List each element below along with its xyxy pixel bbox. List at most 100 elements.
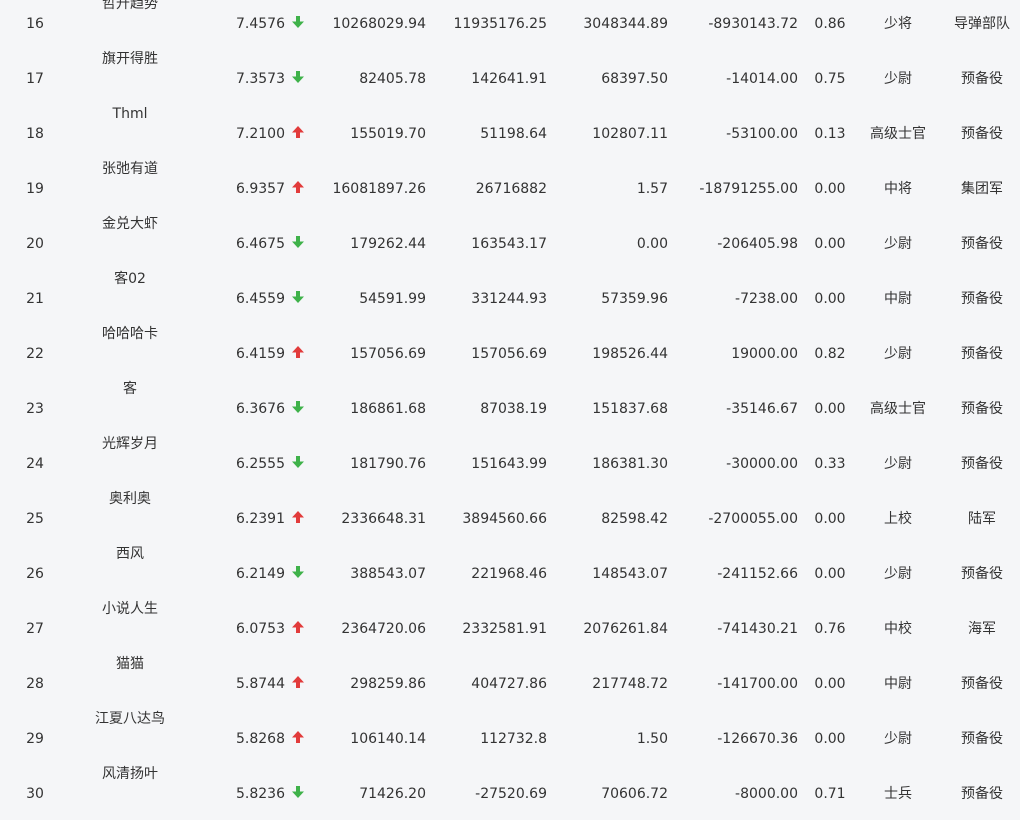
player-name[interactable]: 江夏八达鸟 [70,711,190,767]
military-rank: 中将 [884,181,912,197]
score-value: 6.9357 [236,181,285,197]
value-col-1: 16081897.26 [332,181,426,197]
value-col-2: 151643.99 [471,456,547,472]
value-col-2: 26716882 [475,181,547,197]
ratio-value: 0.00 [814,236,846,252]
value-col-3: 151837.68 [592,401,668,417]
value-col-3: 148543.07 [592,566,668,582]
value-col-3: 102807.11 [592,126,668,142]
military-rank: 中尉 [884,676,912,692]
table-row-25[interactable]: 25 奥利奥 6.2391 2336648.31 3894560.66 8259… [0,491,1020,547]
player-name[interactable]: 旗开得胜 [70,51,190,107]
arrow-up-icon [290,107,306,162]
score-value: 5.8268 [236,731,285,747]
value-col-2: 87038.19 [480,401,547,417]
player-name[interactable]: 西风 [70,546,190,602]
value-col-3: 1.50 [636,731,668,747]
table-row-16[interactable]: 16 哲升趋势 7.4576 10268029.94 11935176.25 3… [0,0,1020,52]
rank-number: 29 [26,731,44,747]
table-row-21[interactable]: 21 客02 6.4559 54591.99 331244.93 57359.9… [0,271,1020,327]
military-rank: 少尉 [884,566,912,582]
table-row-26[interactable]: 26 西风 6.2149 388543.07 221968.46 148543.… [0,546,1020,602]
value-col-3: 0.00 [636,236,668,252]
table-row-20[interactable]: 20 金兑大虾 6.4675 179262.44 163543.17 0.00 … [0,216,1020,272]
table-row-18[interactable]: 18 Thml 7.2100 155019.70 51198.64 102807… [0,106,1020,162]
ratio-value: 0.00 [814,566,846,582]
rank-number: 28 [26,676,44,692]
value-col-2: 157056.69 [471,346,547,362]
value-col-2: 404727.86 [471,676,547,692]
player-name[interactable]: 客02 [70,271,190,327]
table-row-22[interactable]: 22 哈哈哈卡 6.4159 157056.69 157056.69 19852… [0,326,1020,382]
value-col-3: 70606.72 [601,786,668,802]
ratio-value: 0.86 [814,16,846,32]
value-col-1: 298259.86 [350,676,426,692]
player-name[interactable]: 光辉岁月 [70,436,190,492]
military-rank: 少尉 [884,71,912,87]
value-col-4: -14014.00 [726,71,798,87]
player-name[interactable]: 小说人生 [70,601,190,657]
ratio-value: 0.13 [814,126,846,142]
value-col-3: 217748.72 [592,676,668,692]
table-row-30[interactable]: 30 风清扬叶 5.8236 71426.20 -27520.69 70606.… [0,766,1020,820]
score-value: 6.4559 [236,291,285,307]
table-row-29[interactable]: 29 江夏八达鸟 5.8268 106140.14 112732.8 1.50 … [0,711,1020,767]
value-col-1: 388543.07 [350,566,426,582]
table-row-24[interactable]: 24 光辉岁月 6.2555 181790.76 151643.99 18638… [0,436,1020,492]
value-col-2: 331244.93 [471,291,547,307]
value-col-1: 2336648.31 [341,511,426,527]
table-row-23[interactable]: 23 客 6.3676 186861.68 87038.19 151837.68… [0,381,1020,437]
value-col-4: 19000.00 [731,346,798,362]
value-col-2: 51198.64 [480,126,547,142]
military-rank: 中尉 [884,291,912,307]
score-value: 6.2149 [236,566,285,582]
rank-number: 23 [26,401,44,417]
military-rank: 少尉 [884,731,912,747]
value-col-4: -241152.66 [717,566,798,582]
military-rank: 少尉 [884,456,912,472]
score-value: 6.0753 [236,621,285,637]
military-unit: 海军 [968,621,996,637]
value-col-4: -2700055.00 [708,511,798,527]
military-unit: 预备役 [961,456,1003,472]
value-col-4: -741430.21 [717,621,798,637]
value-col-3: 57359.96 [601,291,668,307]
ratio-value: 0.00 [814,676,846,692]
value-col-1: 82405.78 [359,71,426,87]
military-unit: 预备役 [961,71,1003,87]
table-row-27[interactable]: 27 小说人生 6.0753 2364720.06 2332581.91 207… [0,601,1020,657]
player-name[interactable]: 哲升趋势 [70,0,190,52]
value-col-4: -8000.00 [735,786,798,802]
rank-number: 25 [26,511,44,527]
value-col-3: 2076261.84 [583,621,668,637]
player-name[interactable]: 奥利奥 [70,491,190,547]
table-row-17[interactable]: 17 旗开得胜 7.3573 82405.78 142641.91 68397.… [0,51,1020,107]
player-name[interactable]: 金兑大虾 [70,216,190,272]
value-col-4: -206405.98 [717,236,798,252]
player-name[interactable]: 客 [70,381,190,437]
ratio-value: 0.75 [814,71,846,87]
value-col-4: -35146.67 [726,401,798,417]
player-name[interactable]: 风清扬叶 [70,766,190,820]
arrow-down-icon [290,217,306,272]
table-row-19[interactable]: 19 张弛有道 6.9357 16081897.26 26716882 1.57… [0,161,1020,217]
rank-number: 20 [26,236,44,252]
player-name[interactable]: 张弛有道 [70,161,190,217]
rank-number: 27 [26,621,44,637]
table-row-28[interactable]: 28 猫猫 5.8744 298259.86 404727.86 217748.… [0,656,1020,712]
player-name[interactable]: 猫猫 [70,656,190,712]
rank-number: 16 [26,16,44,32]
value-col-2: 163543.17 [471,236,547,252]
military-rank: 上校 [884,511,912,527]
value-col-1: 106140.14 [350,731,426,747]
arrow-down-icon [290,437,306,492]
value-col-4: -7238.00 [735,291,798,307]
value-col-1: 2364720.06 [341,621,426,637]
player-name[interactable]: 哈哈哈卡 [70,326,190,382]
score-value: 5.8236 [236,786,285,802]
value-col-1: 181790.76 [350,456,426,472]
arrow-up-icon [290,327,306,382]
value-col-3: 186381.30 [592,456,668,472]
player-name[interactable]: Thml [70,106,190,162]
value-col-2: 142641.91 [471,71,547,87]
